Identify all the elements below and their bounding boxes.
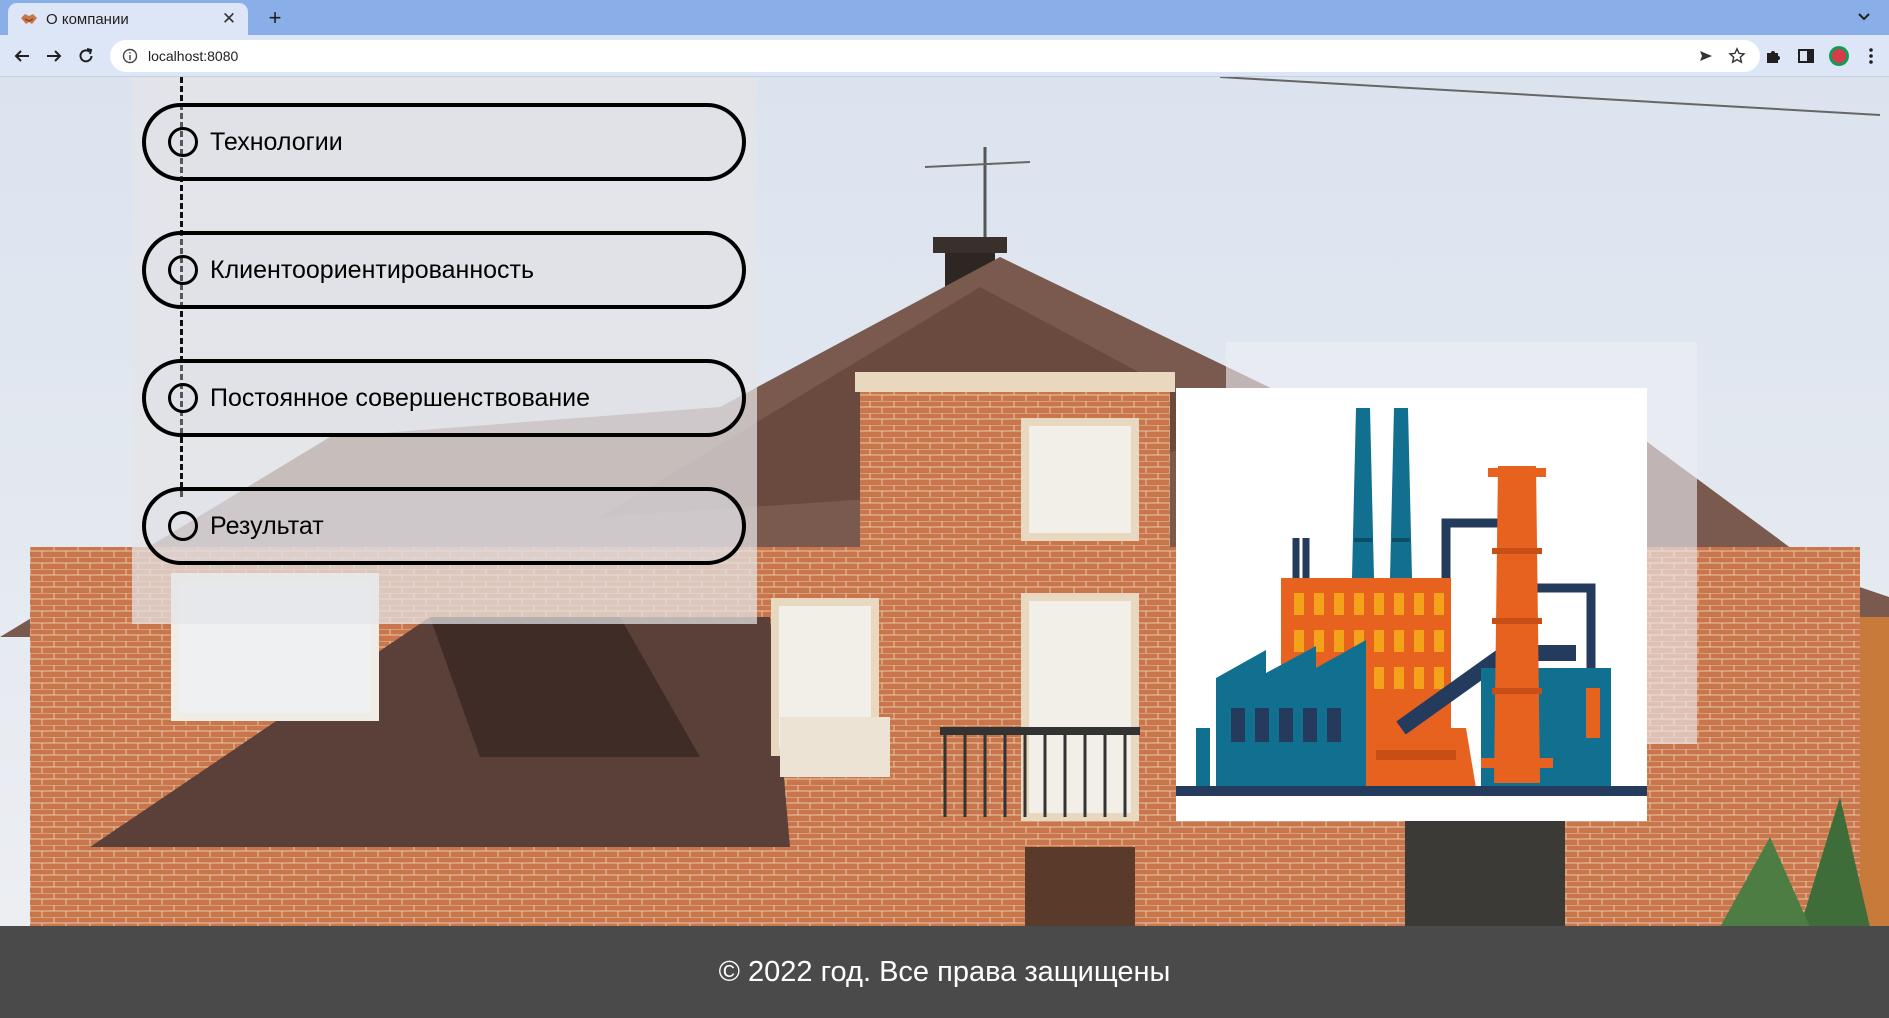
reload-icon[interactable] xyxy=(71,41,101,71)
url-text[interactable]: localhost:8080 xyxy=(148,48,1698,64)
puzzle-icon[interactable] xyxy=(1758,41,1788,71)
browser-toolbar: localhost:8080 xyxy=(0,35,1889,77)
back-arrow-icon[interactable] xyxy=(7,41,37,71)
browser-tab[interactable]: О компании ✕ xyxy=(8,3,248,35)
circle-icon xyxy=(168,127,198,157)
close-icon[interactable]: ✕ xyxy=(220,9,238,29)
timeline-step-label: Постоянное совершенствование xyxy=(210,383,591,412)
factory-illustration xyxy=(1176,388,1647,821)
page-viewport: Технологии Клиентоориентированность Пост… xyxy=(0,77,1889,1018)
circle-icon xyxy=(168,511,198,541)
handshake-icon xyxy=(21,14,37,24)
factory-icon xyxy=(1176,408,1647,796)
side-panel-icon[interactable] xyxy=(1791,41,1821,71)
more-menu-icon[interactable] xyxy=(1856,41,1886,71)
plus-icon[interactable]: + xyxy=(260,3,290,33)
circle-icon xyxy=(168,383,198,413)
timeline-step-label: Технологии xyxy=(210,127,343,156)
send-icon[interactable] xyxy=(1698,48,1714,64)
copyright-text: © 2022 год. Все права защищены xyxy=(718,955,1171,988)
timeline-step-result[interactable]: Результат xyxy=(142,487,746,565)
timeline-step-label: Клиентоориентированность xyxy=(210,255,534,284)
timeline-step-client-orientation[interactable]: Клиентоориентированность xyxy=(142,231,746,309)
timeline-step-label: Результат xyxy=(210,511,324,540)
timeline-step-improvement[interactable]: Постоянное совершенствование xyxy=(142,359,746,437)
profile-avatar-icon[interactable] xyxy=(1824,41,1854,71)
address-bar[interactable]: localhost:8080 xyxy=(110,40,1760,72)
info-icon[interactable] xyxy=(122,48,138,64)
timeline-step-technologies[interactable]: Технологии xyxy=(142,103,746,181)
chevron-down-icon[interactable] xyxy=(1853,6,1875,28)
browser-tabstrip: О компании ✕ + xyxy=(0,0,1889,35)
circle-icon xyxy=(168,255,198,285)
star-icon[interactable] xyxy=(1728,47,1746,65)
page-footer: © 2022 год. Все права защищены xyxy=(0,926,1889,1018)
tab-title: О компании xyxy=(46,10,129,28)
forward-arrow-icon[interactable] xyxy=(39,41,69,71)
